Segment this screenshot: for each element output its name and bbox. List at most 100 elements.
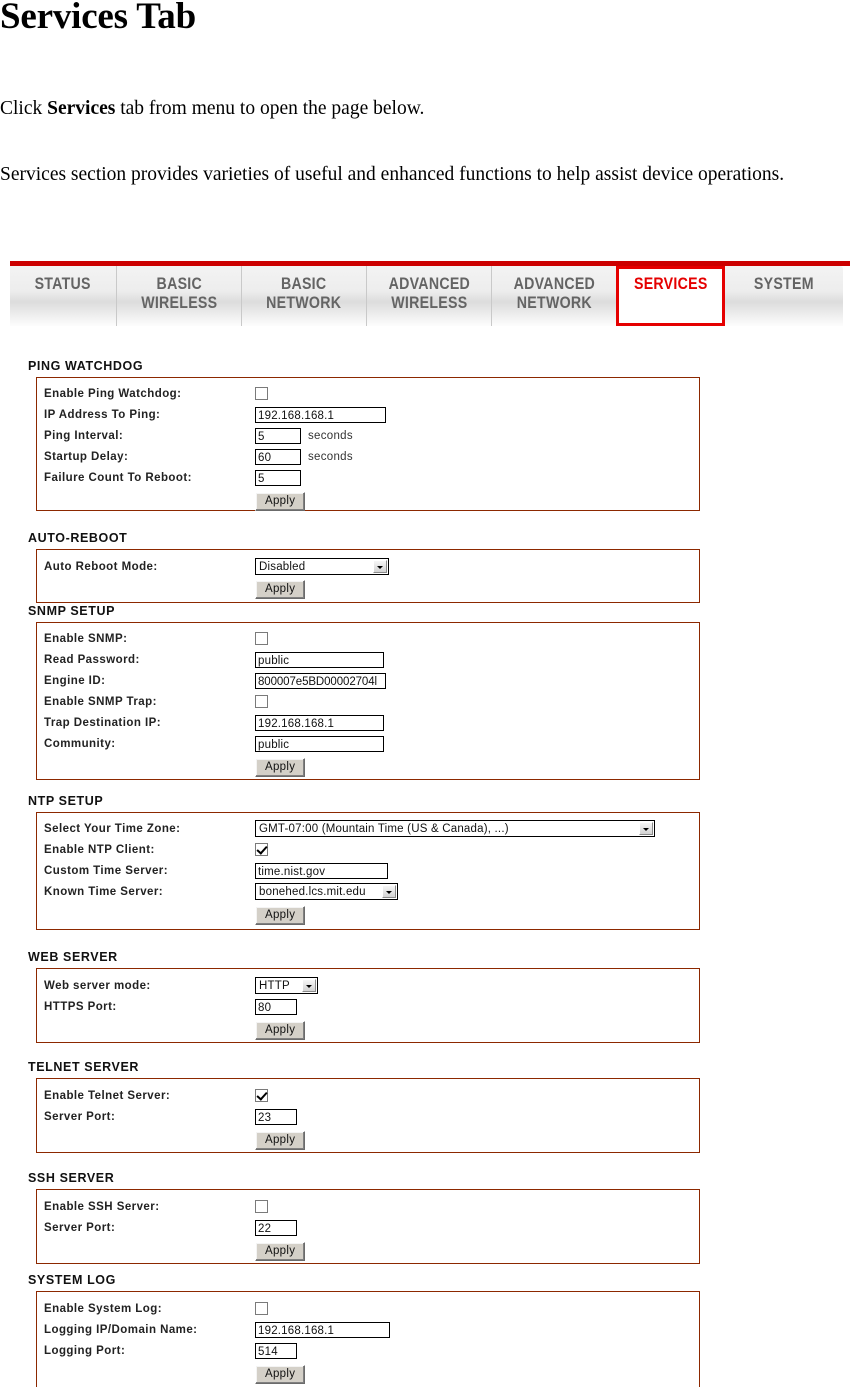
tab-system[interactable]: SYSTEM <box>725 266 843 326</box>
row-enable-snmp: Enable SNMP: <box>37 628 699 649</box>
section-title-ntp-setup: NTP SETUP <box>28 794 104 808</box>
tab-advanced-wireless-label: ADVANCED WIRELESS <box>388 275 470 312</box>
row-https-port: HTTPS Port: 80 <box>37 996 699 1017</box>
panel-ping-watchdog: Enable Ping Watchdog: IP Address To Ping… <box>36 377 700 511</box>
tab-system-label: SYSTEM <box>754 275 814 293</box>
tab-advanced-network[interactable]: ADVANCED NETWORK <box>492 266 617 326</box>
label-enable-telnet-server: Enable Telnet Server: <box>44 1089 171 1102</box>
panel-ssh-server: Enable SSH Server: Server Port: 22 Apply <box>36 1189 700 1264</box>
row-enable-ping-watchdog: Enable Ping Watchdog: <box>37 383 699 404</box>
input-failure-count-to-reboot[interactable]: 5 <box>255 469 301 486</box>
label-trap-destination-ip: Trap Destination IP: <box>44 716 161 729</box>
row-community: Community: public <box>37 733 699 754</box>
select-time-zone[interactable]: GMT-07:00 (Mountain Time (US & Canada), … <box>255 820 655 837</box>
select-known-time-server[interactable]: bonehed.lcs.mit.edu <box>255 883 398 900</box>
checkbox-enable-ssh-server[interactable] <box>255 1200 268 1213</box>
label-enable-snmp-trap: Enable SNMP Trap: <box>44 695 157 708</box>
label-ssh-server-port: Server Port: <box>44 1221 116 1234</box>
row-enable-ntp-client: Enable NTP Client: <box>37 839 699 860</box>
section-title-ping-watchdog: PING WATCHDOG <box>28 359 144 373</box>
label-ip-address-to-ping: IP Address To Ping: <box>44 408 161 421</box>
page-title: Services Tab <box>0 0 196 37</box>
row-select-time-zone: Select Your Time Zone: GMT-07:00 (Mounta… <box>37 818 699 839</box>
section-title-web-server: WEB SERVER <box>28 950 118 964</box>
row-ssh-server-port: Server Port: 22 <box>37 1217 699 1238</box>
chevron-down-icon[interactable] <box>382 885 396 898</box>
row-engine-id: Engine ID: 800007e5BD00002704l <box>37 670 699 691</box>
row-logging-port: Logging Port: 514 <box>37 1340 699 1361</box>
label-enable-ping-watchdog: Enable Ping Watchdog: <box>44 387 182 400</box>
input-read-password[interactable]: public <box>255 651 384 668</box>
tab-status-label: STATUS <box>34 275 92 293</box>
checkbox-enable-snmp-trap[interactable] <box>255 695 268 708</box>
row-telnet-server-port: Server Port: 23 <box>37 1106 699 1127</box>
input-logging-ip-domain-name[interactable]: 192.168.168.1 <box>255 1321 390 1338</box>
input-startup-delay[interactable]: 60 <box>255 448 301 465</box>
tab-basic-wireless[interactable]: BASIC WIRELESS <box>117 266 242 326</box>
row-apply-auto-reboot: Apply <box>37 577 699 602</box>
label-read-password: Read Password: <box>44 653 140 666</box>
apply-button-snmp[interactable]: Apply <box>255 757 306 777</box>
select-web-server-mode[interactable]: HTTP <box>255 977 318 994</box>
input-ssh-server-port[interactable]: 22 <box>255 1219 297 1236</box>
tab-basic-wireless-label: BASIC WIRELESS <box>140 275 218 312</box>
label-select-time-zone: Select Your Time Zone: <box>44 822 181 835</box>
label-enable-ssh-server: Enable SSH Server: <box>44 1200 160 1213</box>
checkbox-enable-ntp-client[interactable] <box>255 843 268 856</box>
apply-button-ntp[interactable]: Apply <box>255 905 306 925</box>
select-auto-reboot-mode-value: Disabled <box>259 560 306 573</box>
tab-advanced-wireless[interactable]: ADVANCED WIRELESS <box>367 266 492 326</box>
checkbox-enable-telnet-server[interactable] <box>255 1089 268 1102</box>
panel-web-server: Web server mode: HTTP HTTPS Port: 80 App… <box>36 968 700 1043</box>
tab-list: STATUS BASIC WIRELESS BASIC NETWORK ADVA… <box>10 266 843 326</box>
chevron-down-icon[interactable] <box>373 560 387 573</box>
row-web-server-mode: Web server mode: HTTP <box>37 975 699 996</box>
row-startup-delay: Startup Delay: 60 seconds <box>37 446 699 467</box>
checkbox-enable-ping-watchdog[interactable] <box>255 387 268 400</box>
input-custom-time-server[interactable]: time.nist.gov <box>255 862 388 879</box>
input-ping-interval[interactable]: 5 <box>255 427 301 444</box>
row-apply-ntp: Apply <box>37 902 699 928</box>
checkbox-enable-snmp[interactable] <box>255 632 268 645</box>
label-https-port: HTTPS Port: <box>44 1000 117 1013</box>
panel-ntp-setup: Select Your Time Zone: GMT-07:00 (Mounta… <box>36 812 700 930</box>
chevron-down-icon[interactable] <box>639 822 653 835</box>
chevron-down-icon[interactable] <box>302 979 316 992</box>
intro-paragraph-2: Services section provides varieties of u… <box>0 164 785 185</box>
select-auto-reboot-mode[interactable]: Disabled <box>255 558 389 575</box>
panel-system-log: Enable System Log: Logging IP/Domain Nam… <box>36 1291 700 1387</box>
input-engine-id[interactable]: 800007e5BD00002704l <box>255 672 386 689</box>
apply-button-web-server[interactable]: Apply <box>255 1020 306 1040</box>
input-telnet-server-port[interactable]: 23 <box>255 1108 297 1125</box>
apply-button-ping-watchdog[interactable]: Apply <box>255 491 306 511</box>
apply-button-auto-reboot[interactable]: Apply <box>255 580 306 599</box>
input-trap-destination-ip[interactable]: 192.168.168.1 <box>255 714 384 731</box>
row-known-time-server: Known Time Server: bonehed.lcs.mit.edu <box>37 881 699 902</box>
tab-basic-network[interactable]: BASIC NETWORK <box>242 266 367 326</box>
select-time-zone-value: GMT-07:00 (Mountain Time (US & Canada), … <box>259 822 509 835</box>
tab-status[interactable]: STATUS <box>10 266 117 326</box>
input-https-port[interactable]: 80 <box>255 998 297 1015</box>
input-logging-port[interactable]: 514 <box>255 1342 297 1359</box>
panel-auto-reboot: Auto Reboot Mode: Disabled Apply <box>36 549 700 603</box>
apply-button-system-log[interactable]: Apply <box>255 1364 306 1384</box>
input-ip-address-to-ping[interactable]: 192.168.168.1 <box>255 406 386 423</box>
label-enable-ntp-client: Enable NTP Client: <box>44 843 155 856</box>
apply-button-ssh[interactable]: Apply <box>255 1241 306 1261</box>
row-auto-reboot-mode: Auto Reboot Mode: Disabled <box>37 556 699 577</box>
row-ip-address-to-ping: IP Address To Ping: 192.168.168.1 <box>37 404 699 425</box>
apply-button-telnet[interactable]: Apply <box>255 1130 306 1150</box>
row-enable-snmp-trap: Enable SNMP Trap: <box>37 691 699 712</box>
panel-snmp-setup: Enable SNMP: Read Password: public Engin… <box>36 622 700 780</box>
label-enable-system-log: Enable System Log: <box>44 1302 163 1315</box>
tab-services[interactable]: SERVICES <box>616 266 725 326</box>
label-community: Community: <box>44 737 116 750</box>
row-apply-telnet: Apply <box>37 1127 699 1153</box>
input-community[interactable]: public <box>255 735 384 752</box>
row-trap-destination-ip: Trap Destination IP: 192.168.168.1 <box>37 712 699 733</box>
select-known-time-server-value: bonehed.lcs.mit.edu <box>259 885 366 898</box>
checkbox-enable-system-log[interactable] <box>255 1302 268 1315</box>
intro-text-pre: Click <box>0 98 48 119</box>
section-title-auto-reboot: AUTO-REBOOT <box>28 531 128 545</box>
label-engine-id: Engine ID: <box>44 674 106 687</box>
